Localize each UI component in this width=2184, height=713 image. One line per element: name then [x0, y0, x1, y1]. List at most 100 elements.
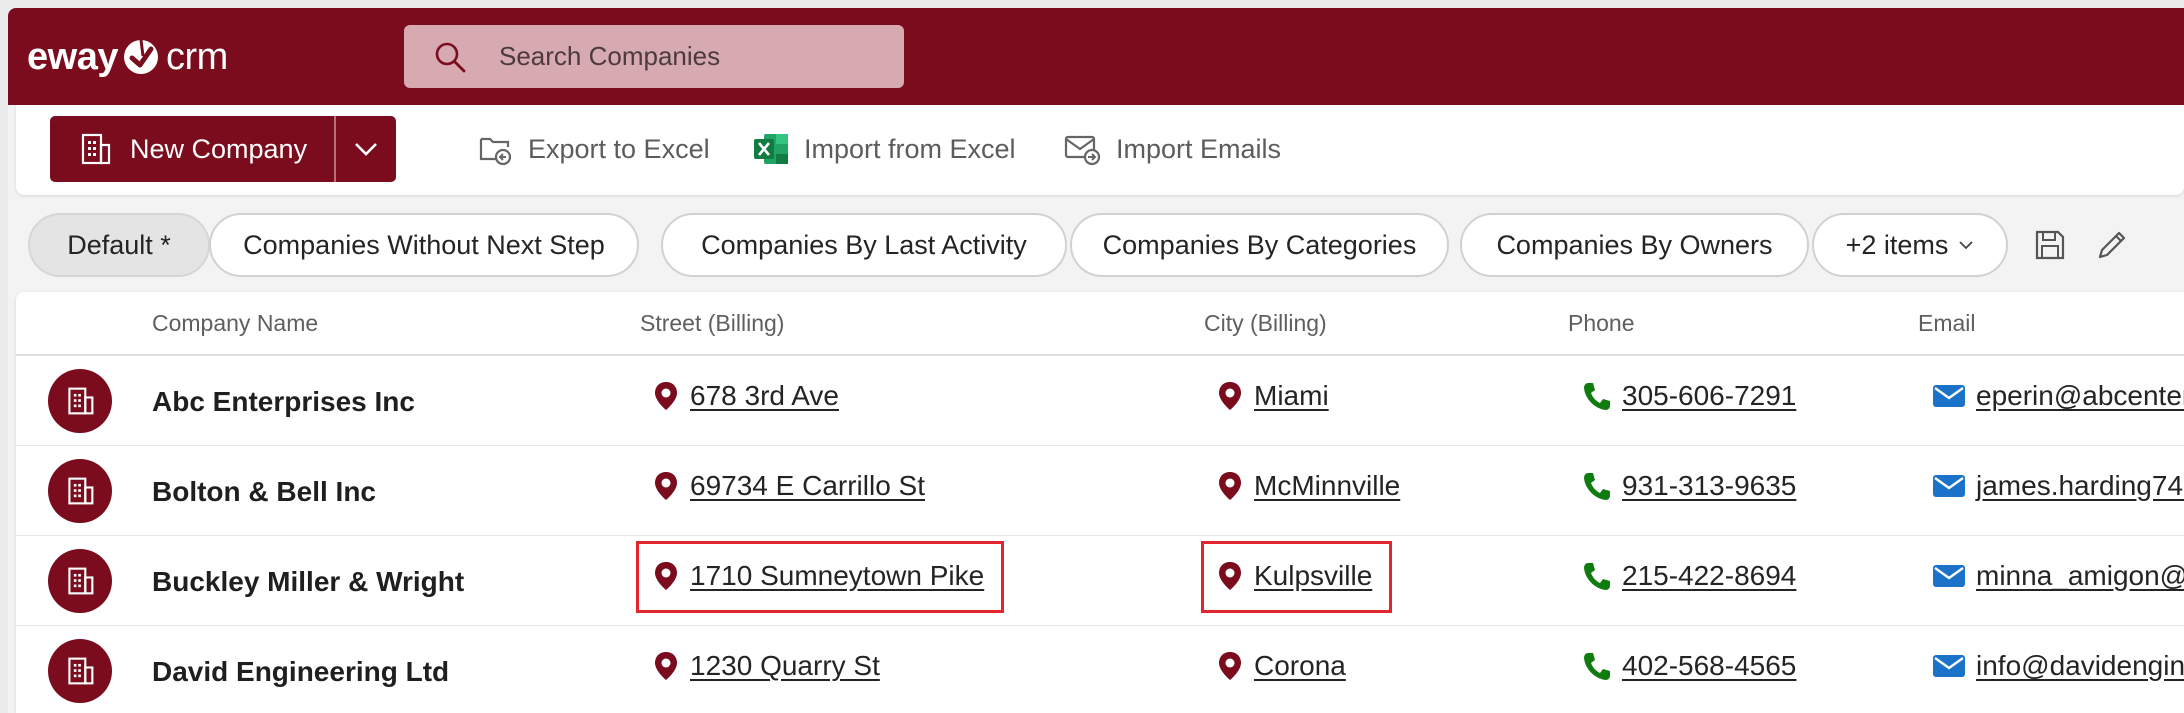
- eway-crm-logo[interactable]: eway crm: [27, 32, 228, 82]
- new-company-dropdown-button[interactable]: [336, 116, 396, 182]
- chevron-down-icon: [1959, 241, 1974, 250]
- map-pin-icon: [655, 652, 677, 680]
- email-cell: eperin@abcenterp: [1932, 380, 2184, 412]
- email-cell: minna_amigon@y: [1932, 560, 2184, 592]
- phone-link[interactable]: 305-606-7291: [1622, 380, 1796, 412]
- street-link[interactable]: 1230 Quarry St: [690, 650, 880, 682]
- building-icon: [68, 477, 94, 505]
- street-cell: 69734 E Carrillo St: [652, 470, 925, 502]
- import-emails-label: Import Emails: [1116, 133, 1282, 164]
- company-avatar: [48, 459, 112, 523]
- logo-text-eway: eway: [27, 35, 118, 78]
- company-name[interactable]: Bolton & Bell Inc: [152, 476, 376, 508]
- view-companies-by-owners[interactable]: Companies By Owners: [1460, 213, 1809, 277]
- company-name[interactable]: Abc Enterprises Inc: [152, 386, 415, 418]
- map-pin-icon: [1219, 382, 1241, 410]
- view-default-label: Default *: [67, 229, 171, 260]
- view-companies-without-next-step[interactable]: Companies Without Next Step: [209, 213, 639, 277]
- view-label: Companies By Last Activity: [701, 229, 1027, 260]
- city-cell: Kulpsville: [1216, 560, 1372, 592]
- view-companies-by-categories[interactable]: Companies By Categories: [1070, 213, 1449, 277]
- saved-views-bar: Default * Companies Without Next Step Co…: [8, 213, 2184, 277]
- column-header-email[interactable]: Email: [1918, 310, 1976, 337]
- email-cell: info@davidengine: [1932, 650, 2184, 682]
- view-label: Companies Without Next Step: [243, 229, 605, 260]
- logo-text-crm: crm: [165, 35, 228, 78]
- top-bar: eway crm: [8, 8, 2184, 105]
- building-icon: [68, 387, 94, 415]
- import-from-excel-label: Import from Excel: [804, 133, 1016, 164]
- building-icon: [68, 657, 94, 685]
- street-cell: 678 3rd Ave: [652, 380, 839, 412]
- envelope-icon: [1933, 655, 1965, 677]
- city-link[interactable]: Corona: [1254, 650, 1346, 682]
- city-link[interactable]: Miami: [1254, 380, 1329, 412]
- city-cell: McMinnville: [1216, 470, 1400, 502]
- company-avatar: [48, 369, 112, 433]
- export-to-excel-button[interactable]: Export to Excel: [478, 127, 710, 171]
- company-name[interactable]: David Engineering Ltd: [152, 656, 449, 688]
- view-companies-by-last-activity[interactable]: Companies By Last Activity: [661, 213, 1067, 277]
- view-label: Companies By Categories: [1102, 229, 1417, 260]
- column-header-city[interactable]: City (Billing): [1204, 310, 1327, 337]
- building-icon: [68, 567, 94, 595]
- map-pin-icon: [1219, 652, 1241, 680]
- city-cell: Miami: [1216, 380, 1329, 412]
- excel-icon: [754, 134, 788, 164]
- phone-cell: 931-313-9635: [1582, 470, 1796, 502]
- column-header-street[interactable]: Street (Billing): [640, 310, 784, 337]
- new-company-label: New Company: [130, 133, 308, 164]
- phone-link[interactable]: 931-313-9635: [1622, 470, 1796, 502]
- table-row[interactable]: Bolton & Bell Inc 69734 E Carrillo St Mc…: [16, 446, 2184, 536]
- phone-cell: 305-606-7291: [1582, 380, 1796, 412]
- phone-link[interactable]: 215-422-8694: [1622, 560, 1796, 592]
- search-input[interactable]: [499, 41, 899, 72]
- envelope-icon: [1933, 565, 1965, 587]
- chevron-down-icon: [355, 143, 377, 156]
- street-link[interactable]: 678 3rd Ave: [690, 380, 839, 412]
- command-toolbar: New Company Export to Excel Import from …: [16, 105, 2184, 195]
- email-link[interactable]: minna_amigon@y: [1976, 560, 2184, 592]
- map-pin-icon: [655, 562, 677, 590]
- city-link[interactable]: Kulpsville: [1254, 560, 1372, 592]
- email-link[interactable]: eperin@abcenterp: [1976, 380, 2184, 412]
- view-default[interactable]: Default *: [28, 213, 210, 277]
- new-company-button[interactable]: New Company: [50, 116, 334, 182]
- export-to-excel-label: Export to Excel: [528, 133, 710, 164]
- view-more-label: +2 items: [1845, 229, 1949, 260]
- column-header-company-name[interactable]: Company Name: [152, 310, 318, 337]
- table-row[interactable]: Abc Enterprises Inc 678 3rd Ave Miami 30…: [16, 356, 2184, 446]
- table-row[interactable]: David Engineering Ltd 1230 Quarry St Cor…: [16, 626, 2184, 713]
- company-name[interactable]: Buckley Miller & Wright: [152, 566, 464, 598]
- email-import-icon: [1064, 135, 1101, 166]
- import-from-excel-button[interactable]: Import from Excel: [752, 127, 1016, 171]
- folder-export-icon: [479, 137, 512, 166]
- phone-link[interactable]: 402-568-4565: [1622, 650, 1796, 682]
- logo-mark-icon: [123, 39, 158, 74]
- new-company-split-button: New Company: [50, 116, 396, 182]
- save-view-icon[interactable]: [2032, 227, 2068, 263]
- map-pin-icon: [655, 382, 677, 410]
- phone-icon: [1584, 653, 1610, 680]
- envelope-icon: [1933, 385, 1965, 407]
- email-cell: james.harding74@: [1932, 470, 2184, 502]
- street-link[interactable]: 69734 E Carrillo St: [690, 470, 925, 502]
- email-link[interactable]: info@davidengine: [1976, 650, 2184, 682]
- phone-icon: [1584, 473, 1610, 500]
- envelope-icon: [1933, 475, 1965, 497]
- column-header-phone[interactable]: Phone: [1568, 310, 1635, 337]
- street-link[interactable]: 1710 Sumneytown Pike: [690, 560, 984, 592]
- search-box[interactable]: [404, 25, 904, 88]
- edit-view-icon[interactable]: [2094, 227, 2130, 263]
- table-row[interactable]: Buckley Miller & Wright 1710 Sumneytown …: [16, 536, 2184, 626]
- email-link[interactable]: james.harding74@: [1976, 470, 2184, 502]
- company-avatar: [48, 549, 112, 613]
- building-icon: [81, 133, 111, 165]
- city-link[interactable]: McMinnville: [1254, 470, 1400, 502]
- view-more-items-dropdown[interactable]: +2 items: [1812, 213, 2008, 277]
- map-pin-icon: [655, 472, 677, 500]
- map-pin-icon: [1219, 472, 1241, 500]
- view-label: Companies By Owners: [1496, 229, 1773, 260]
- import-emails-button[interactable]: Import Emails: [1064, 127, 1281, 171]
- phone-cell: 402-568-4565: [1582, 650, 1796, 682]
